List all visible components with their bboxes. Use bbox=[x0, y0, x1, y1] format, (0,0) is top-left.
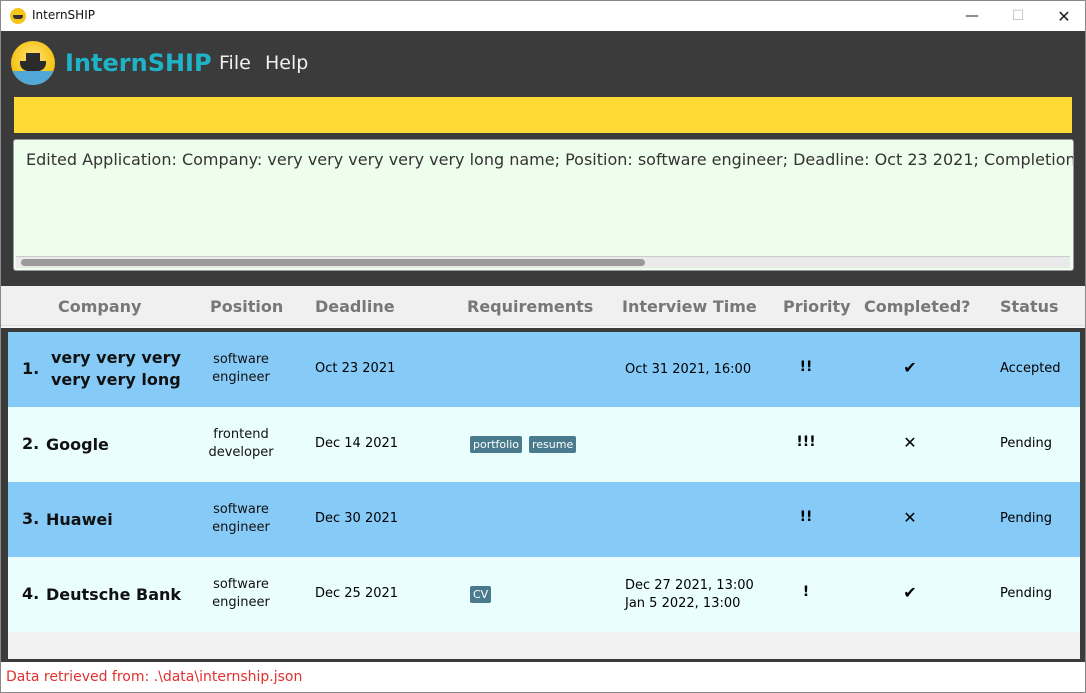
app-window: InternSHIP File Help Edited Application:… bbox=[0, 31, 1086, 662]
status-text: Pending bbox=[1000, 436, 1052, 451]
completed-check-icon: ✔ bbox=[903, 358, 917, 377]
priority: !! bbox=[799, 359, 813, 375]
statusbar: Data retrieved from: .\data\internship.j… bbox=[0, 662, 1086, 693]
position: frontend developer bbox=[208, 427, 274, 460]
scrollbar-thumb[interactable] bbox=[21, 259, 645, 266]
table-row[interactable]: 2. Google frontend developer Dec 14 2021… bbox=[8, 407, 1080, 482]
window-titlebar: InternSHIP — ☐ ✕ bbox=[0, 0, 1086, 31]
requirement-tags: CV bbox=[470, 586, 492, 603]
ship-logo-icon bbox=[11, 41, 55, 85]
header-status: Status bbox=[1000, 297, 1059, 316]
interview-time: Dec 27 2021, 13:00 Jan 5 2022, 13:00 bbox=[625, 578, 754, 611]
row-index: 1. bbox=[22, 359, 40, 378]
header-requirements: Requirements bbox=[467, 297, 594, 316]
header-deadline: Deadline bbox=[315, 297, 395, 316]
data-source-text: Data retrieved from: .\data\internship.j… bbox=[6, 669, 303, 685]
status-text: Pending bbox=[1000, 511, 1052, 526]
maximize-button[interactable]: ☐ bbox=[995, 1, 1041, 31]
list-frame: 1. very very very very very long softwar… bbox=[1, 328, 1085, 662]
not-completed-icon: ✕ bbox=[903, 508, 917, 527]
status-text: Pending bbox=[1000, 586, 1052, 601]
result-display: Edited Application: Company: very very v… bbox=[13, 139, 1074, 271]
company-name: Huawei bbox=[46, 510, 113, 529]
not-completed-icon: ✕ bbox=[903, 433, 917, 452]
minimize-button[interactable]: — bbox=[949, 1, 995, 31]
requirement-tags: portfolio resume bbox=[470, 436, 577, 453]
interview-time: Oct 31 2021, 16:00 bbox=[625, 362, 752, 377]
result-horizontal-scrollbar[interactable] bbox=[16, 256, 1070, 268]
row-index: 4. bbox=[22, 584, 40, 603]
header-priority: Priority bbox=[783, 297, 851, 316]
table-row[interactable]: 3. Huawei software engineer Dec 30 2021 … bbox=[8, 482, 1080, 557]
company-name: Deutsche Bank bbox=[46, 585, 182, 604]
requirement-tag: portfolio bbox=[470, 436, 522, 453]
application-list: 1. very very very very very long softwar… bbox=[8, 332, 1080, 659]
header-completed: Completed? bbox=[864, 297, 971, 316]
position: software engineer bbox=[212, 577, 270, 610]
requirement-tag: CV bbox=[470, 586, 492, 603]
status-text: Accepted bbox=[1000, 361, 1061, 376]
company-name: very very very very very long bbox=[51, 348, 181, 389]
position: software engineer bbox=[212, 352, 270, 385]
menu-file[interactable]: File bbox=[219, 52, 251, 74]
header-position: Position bbox=[210, 297, 284, 316]
priority: !!! bbox=[796, 434, 816, 450]
command-input[interactable] bbox=[13, 96, 1073, 134]
row-index: 2. bbox=[22, 434, 40, 453]
menubar: InternSHIP File Help bbox=[1, 31, 1085, 96]
brand-title: InternSHIP bbox=[65, 49, 212, 77]
app-logo-icon bbox=[10, 8, 26, 24]
deadline: Dec 25 2021 bbox=[315, 586, 399, 601]
header-company: Company bbox=[58, 297, 142, 316]
priority: !! bbox=[799, 509, 813, 525]
table-header: Company Position Deadline Requirements I… bbox=[1, 286, 1085, 326]
position: software engineer bbox=[212, 502, 270, 535]
row-index: 3. bbox=[22, 509, 40, 528]
menu-help[interactable]: Help bbox=[265, 52, 308, 74]
header-interview-time: Interview Time bbox=[622, 297, 757, 316]
table-row[interactable]: 1. very very very very very long softwar… bbox=[8, 332, 1080, 407]
priority: ! bbox=[802, 584, 810, 600]
table-row[interactable]: 4. Deutsche Bank software engineer Dec 2… bbox=[8, 557, 1080, 632]
deadline: Dec 30 2021 bbox=[315, 511, 399, 526]
company-name: Google bbox=[46, 435, 109, 454]
deadline: Oct 23 2021 bbox=[315, 361, 396, 376]
window-title: InternSHIP bbox=[32, 8, 95, 22]
deadline: Dec 14 2021 bbox=[315, 436, 399, 451]
result-text: Edited Application: Company: very very v… bbox=[26, 150, 1074, 169]
requirement-tag: resume bbox=[529, 436, 577, 453]
close-button[interactable]: ✕ bbox=[1041, 1, 1086, 31]
completed-check-icon: ✔ bbox=[903, 583, 917, 602]
application-list-panel: Company Position Deadline Requirements I… bbox=[1, 286, 1085, 662]
